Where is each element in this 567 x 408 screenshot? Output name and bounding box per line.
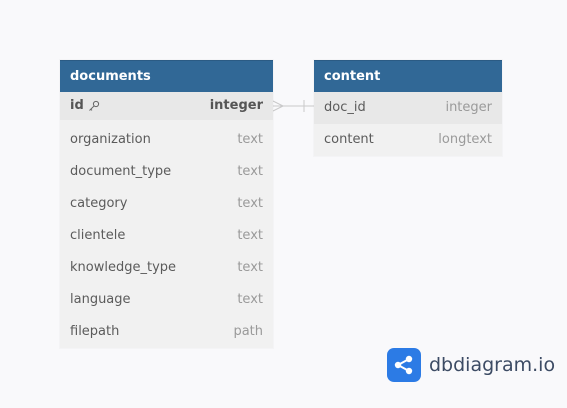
table-documents-row-knowledge-type[interactable]: knowledge_type text xyxy=(60,252,273,284)
column-type: text xyxy=(237,228,263,243)
table-documents-row-clientele[interactable]: clientele text xyxy=(60,220,273,252)
relationship-many-mark-bottom xyxy=(272,105,284,112)
table-documents-header[interactable]: documents xyxy=(60,60,273,92)
column-name: document_type xyxy=(70,164,172,179)
column-type: text xyxy=(237,196,263,211)
table-documents-row-document-type[interactable]: document_type text xyxy=(60,156,273,188)
column-type: text xyxy=(237,260,263,275)
table-documents[interactable]: documents id integer organization text d… xyxy=(60,60,273,348)
brand-name-main: dbdiagram xyxy=(429,354,533,376)
table-documents-row-organization[interactable]: organization text xyxy=(60,124,273,156)
brand-watermark[interactable]: dbdiagram.io xyxy=(387,348,555,382)
column-name: content xyxy=(324,132,374,147)
share-icon xyxy=(387,348,421,382)
column-name: language xyxy=(70,292,131,307)
table-documents-row-language[interactable]: language text xyxy=(60,284,273,316)
column-type: text xyxy=(237,132,263,147)
table-documents-row-category[interactable]: category text xyxy=(60,188,273,220)
table-content[interactable]: content doc_id integer content longtext xyxy=(314,60,502,156)
column-type: integer xyxy=(445,100,492,115)
brand-name: dbdiagram.io xyxy=(429,354,555,376)
column-type: text xyxy=(237,164,263,179)
table-content-header[interactable]: content xyxy=(314,60,502,92)
key-icon xyxy=(88,100,100,112)
column-type: integer xyxy=(209,98,263,113)
column-type: path xyxy=(233,324,263,339)
column-name: filepath xyxy=(70,324,120,339)
table-documents-row-id[interactable]: id integer xyxy=(60,92,273,120)
table-content-row-doc-id[interactable]: doc_id integer xyxy=(314,92,502,124)
table-content-row-content[interactable]: content longtext xyxy=(314,124,502,156)
column-name: organization xyxy=(70,132,151,147)
column-name: clientele xyxy=(70,228,126,243)
column-name: category xyxy=(70,196,128,211)
column-type: text xyxy=(237,292,263,307)
column-name: id xyxy=(70,92,100,120)
brand-name-suffix: .io xyxy=(532,354,556,376)
column-name-text: id xyxy=(70,98,84,113)
column-name: knowledge_type xyxy=(70,260,177,275)
table-documents-row-filepath[interactable]: filepath path xyxy=(60,316,273,348)
column-type: longtext xyxy=(438,132,492,147)
column-name: doc_id xyxy=(324,100,366,115)
relationship-many-mark-top xyxy=(272,100,284,107)
